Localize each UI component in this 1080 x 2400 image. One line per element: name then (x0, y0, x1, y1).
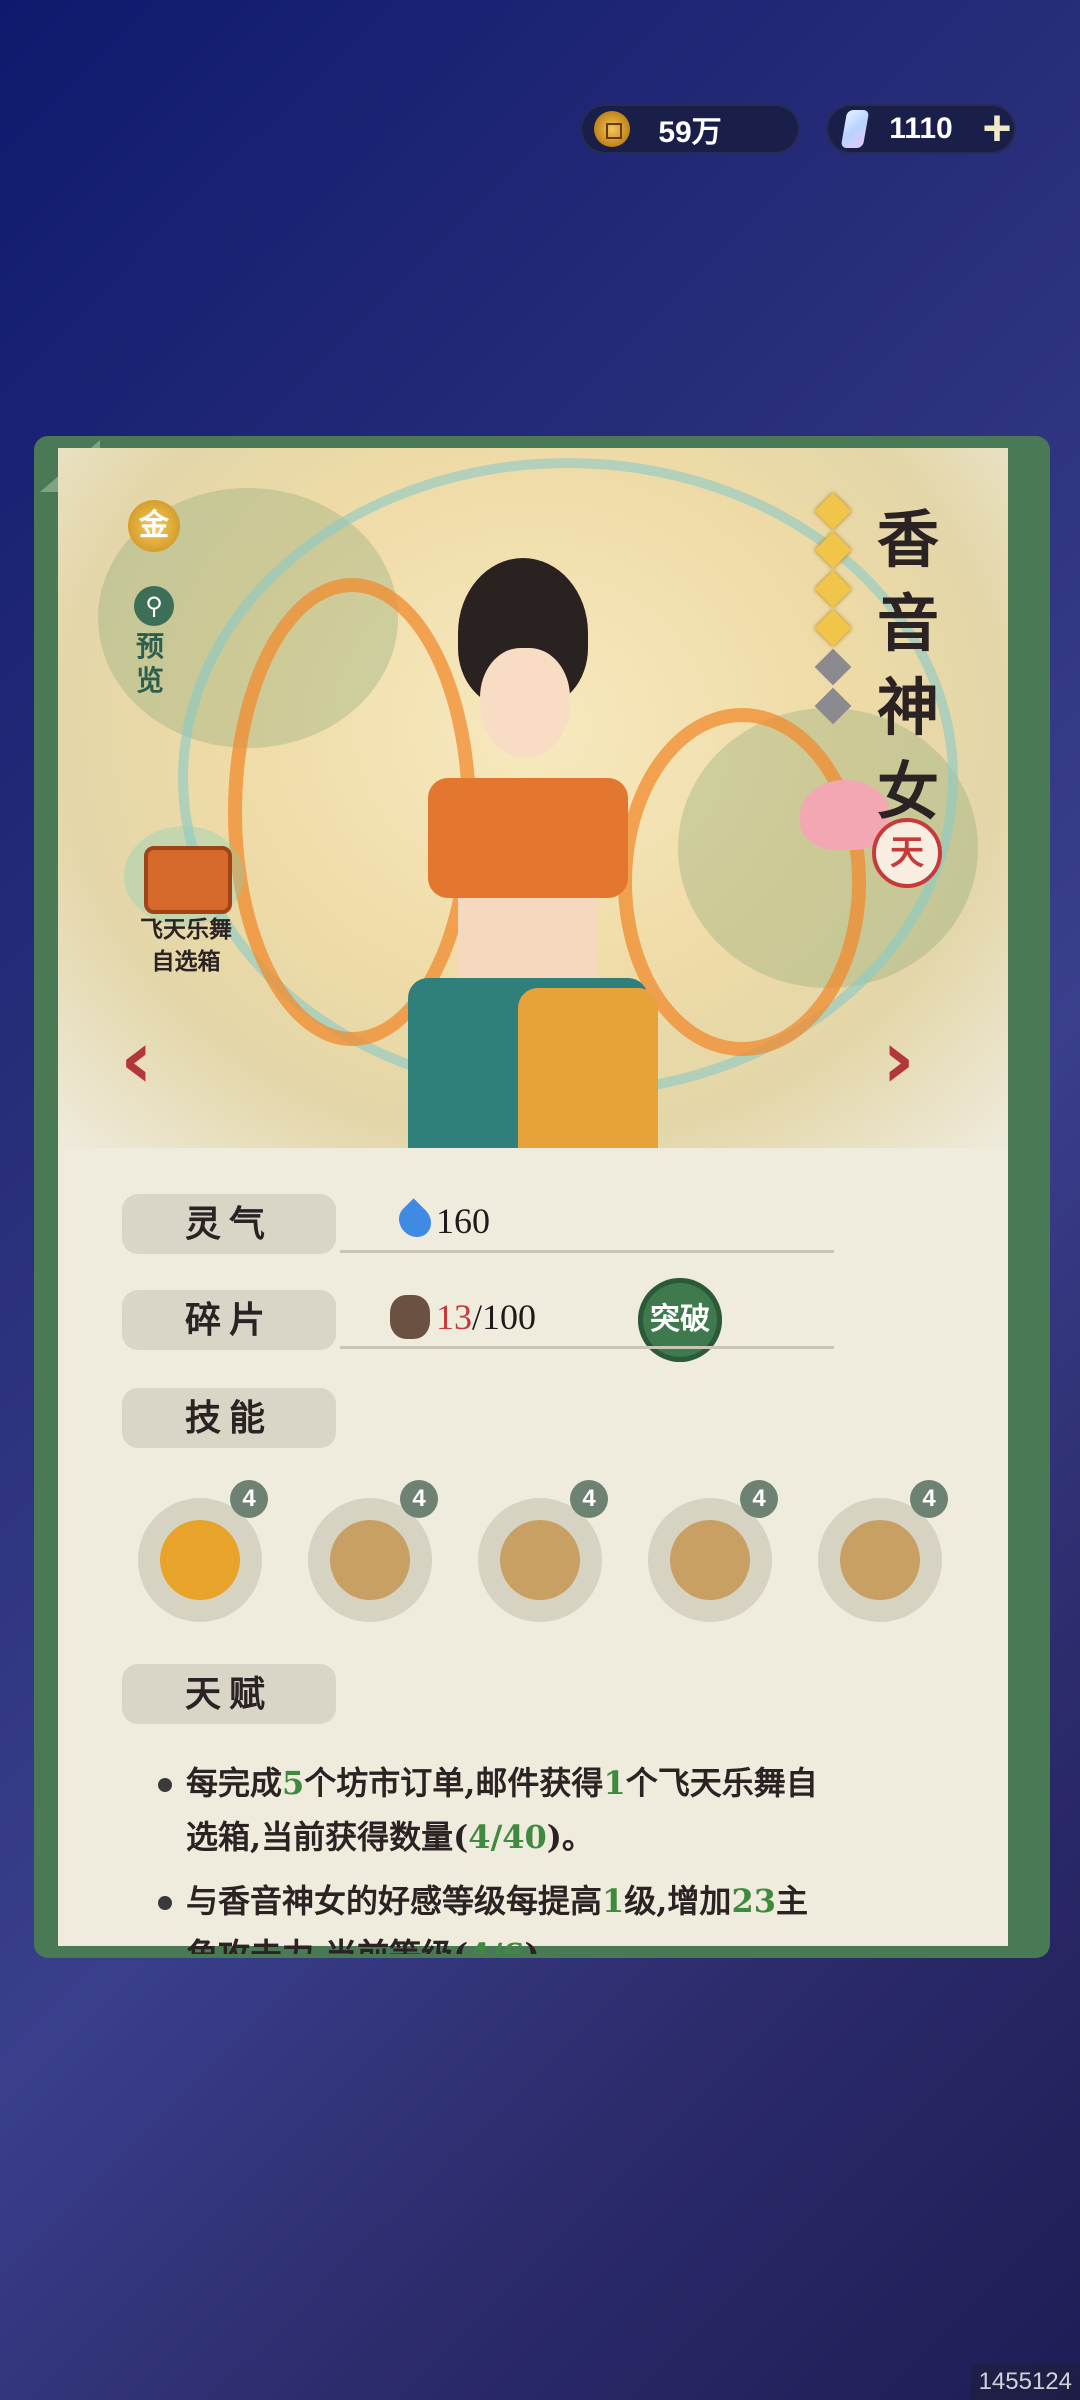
watermark-id: 1455124 (970, 2364, 1080, 2400)
talent-progress: 4/40 (468, 1818, 547, 1856)
star-empty-icon (814, 687, 852, 725)
talent-number: 23 (731, 1882, 776, 1920)
name-char: 神 (876, 671, 939, 744)
gold-currency: 59万 (580, 104, 800, 154)
name-char: 音 (876, 587, 939, 660)
talent-text: 每完成 (186, 1764, 283, 1802)
currency-bar: 59万 1110 + (0, 100, 1080, 160)
skill-level-badge: 4 (740, 1480, 778, 1518)
star-rating (814, 492, 852, 732)
fragment-total: /100 (472, 1297, 537, 1337)
talent-item: 每完成5个坊市订单,邮件获得1个飞天乐舞自选箱,当前获得数量(4/40)。 (148, 1756, 828, 1864)
talent-text: 个坊市订单,邮件获得 (304, 1764, 604, 1802)
star-filled-icon (814, 531, 852, 569)
coin-icon (594, 111, 630, 147)
talent-item: 与香音神女的好感等级每提高1级,增加23主角攻击力,当前等级(4/6) (148, 1874, 828, 1954)
gold-amount: 59万 (658, 116, 722, 149)
skill-level-badge: 4 (910, 1480, 948, 1518)
skill-slot-1[interactable]: 4 (138, 1480, 268, 1622)
previous-character-button[interactable]: ‹ (120, 1020, 170, 1100)
chest-label[interactable]: 飞天乐舞 自选箱 (116, 914, 256, 978)
talent-number: 1 (603, 1764, 626, 1802)
skill-slot-3[interactable]: 4 (478, 1480, 608, 1622)
talent-text: 与香音神女的好感等级每提高 (186, 1882, 603, 1920)
skill-icon (670, 1520, 750, 1600)
talent-text: ) (525, 1936, 540, 1954)
gem-amount: 1110 (889, 112, 953, 145)
talent-label: 天赋 (122, 1664, 336, 1724)
name-char: 香 (876, 503, 939, 576)
skill-icon (840, 1520, 920, 1600)
dancer-skirt-overlay (518, 988, 658, 1148)
preview-button[interactable]: 预览 (136, 630, 172, 698)
skill-level-badge: 4 (400, 1480, 438, 1518)
talent-text: 级,增加 (624, 1882, 732, 1920)
dancer-figure (368, 548, 678, 1148)
talent-progress: 4/6 (468, 1936, 524, 1954)
skill-slot-4[interactable]: 4 (648, 1480, 778, 1622)
chest-icon (144, 846, 232, 914)
fragment-label: 碎片 (122, 1290, 336, 1350)
dancer-face (480, 648, 570, 758)
skill-icon (500, 1520, 580, 1600)
character-name: 香 音 神 女 (868, 498, 948, 834)
add-gems-button[interactable]: + (972, 98, 1022, 158)
dancer-waist (458, 898, 598, 988)
element-badge: 天 (872, 818, 942, 888)
skill-icon (330, 1520, 410, 1600)
talent-text: )。 (546, 1818, 594, 1856)
divider (340, 1250, 834, 1253)
gem-icon (840, 110, 870, 148)
chest-label-line1: 飞天乐舞 (140, 916, 232, 943)
fragment-avatar-icon (390, 1295, 430, 1339)
star-filled-icon (814, 609, 852, 647)
skill-slot-2[interactable]: 4 (308, 1480, 438, 1622)
fragment-current: 13 (436, 1297, 472, 1337)
chest-label-line2: 自选箱 (151, 948, 221, 975)
rarity-badge: 金 (128, 500, 180, 552)
fragment-count: 13/100 (436, 1296, 536, 1338)
star-filled-icon (814, 492, 852, 530)
skill-icon (160, 1520, 240, 1600)
breakthrough-button[interactable]: 突破 (638, 1278, 722, 1362)
skills-label: 技能 (122, 1388, 336, 1448)
next-character-button[interactable]: › (882, 1020, 932, 1100)
preview-icon[interactable]: ⚲ (134, 586, 174, 626)
star-filled-icon (814, 570, 852, 608)
talent-list: 每完成5个坊市订单,邮件获得1个飞天乐舞自选箱,当前获得数量(4/40)。 与香… (148, 1756, 828, 1954)
star-empty-icon (814, 648, 852, 686)
talent-number: 5 (282, 1764, 305, 1802)
divider (340, 1346, 834, 1349)
talent-number: 1 (602, 1882, 625, 1920)
skill-level-badge: 4 (570, 1480, 608, 1518)
chest-button[interactable] (124, 826, 244, 926)
spirit-value: 160 (436, 1201, 490, 1241)
gem-currency: 1110 + (826, 100, 1016, 156)
spirit-label: 灵气 (122, 1194, 336, 1254)
skill-level-badge: 4 (230, 1480, 268, 1518)
dancer-top (428, 778, 628, 898)
skill-slot-5[interactable]: 4 (818, 1480, 948, 1622)
